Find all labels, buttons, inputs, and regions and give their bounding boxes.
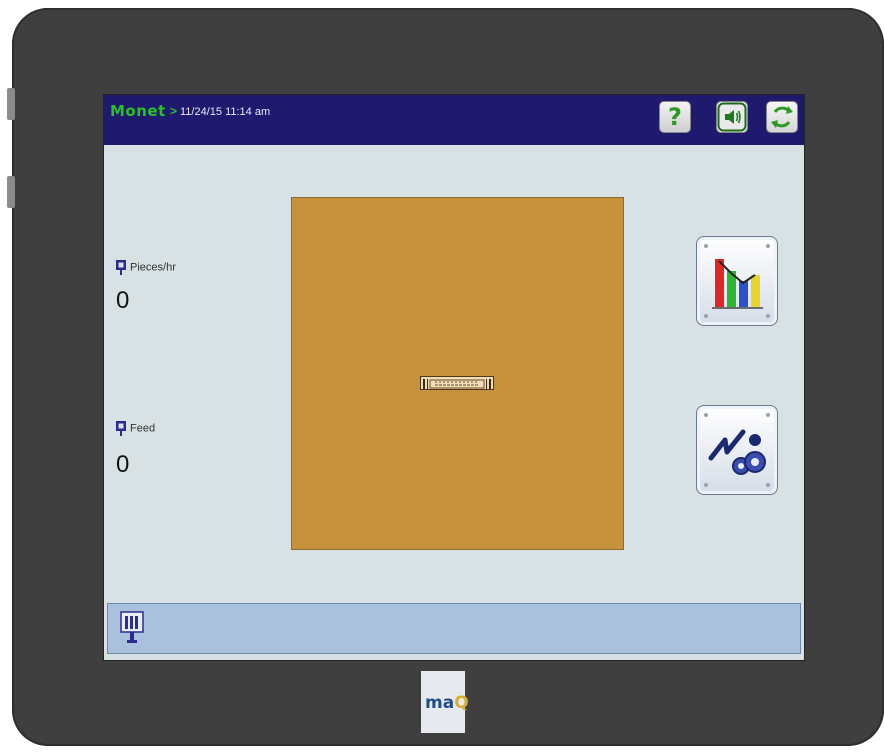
touch-screen: Monet > 11/24/15 11:14 am ? Pieces/hr 0 … — [103, 94, 805, 661]
sensor-pin-icon — [116, 421, 126, 436]
time-text: 11:14 am — [225, 106, 271, 118]
side-button-upper[interactable] — [7, 88, 15, 120]
machine-settings-button[interactable] — [696, 405, 778, 495]
brand-name: Monet — [110, 102, 166, 120]
feed-label: Feed — [116, 421, 155, 436]
sound-button[interactable] — [716, 101, 748, 133]
sensor-pin-icon — [116, 260, 126, 275]
bar-chart-icon — [704, 244, 770, 318]
logo-text: maQ — [425, 693, 469, 713]
date-text: 11/24/15 — [180, 106, 223, 118]
speaker-icon — [717, 102, 747, 132]
side-button-lower[interactable] — [7, 176, 15, 208]
logo-accent: Q — [454, 693, 469, 713]
feed-value: 0 — [116, 451, 130, 478]
title-bar: Monet > 11/24/15 11:14 am ? — [104, 95, 804, 145]
manufacturer-logo: maQ — [421, 671, 469, 733]
main-display-panel[interactable] — [291, 197, 624, 550]
pieces-per-hour-label: Pieces/hr — [116, 260, 176, 275]
pieces-per-hour-value: 0 — [116, 287, 130, 314]
barcode-icon — [423, 379, 491, 389]
status-bar — [107, 603, 801, 654]
reports-chart-button[interactable] — [696, 236, 778, 326]
refresh-button[interactable] — [766, 101, 798, 133]
date-time: 11/24/15 11:14 am — [180, 106, 270, 118]
device-status-icon[interactable] — [120, 611, 146, 645]
refresh-icon — [771, 106, 793, 128]
logo-main: ma — [425, 693, 455, 713]
help-icon: ? — [668, 103, 682, 131]
feed-text: Feed — [130, 422, 156, 435]
barcode-tag — [420, 376, 494, 390]
help-button[interactable]: ? — [659, 101, 691, 133]
settings-gears-icon — [704, 413, 770, 487]
breadcrumb-separator: > — [170, 104, 178, 118]
pieces-per-hour-text: Pieces/hr — [130, 261, 176, 274]
